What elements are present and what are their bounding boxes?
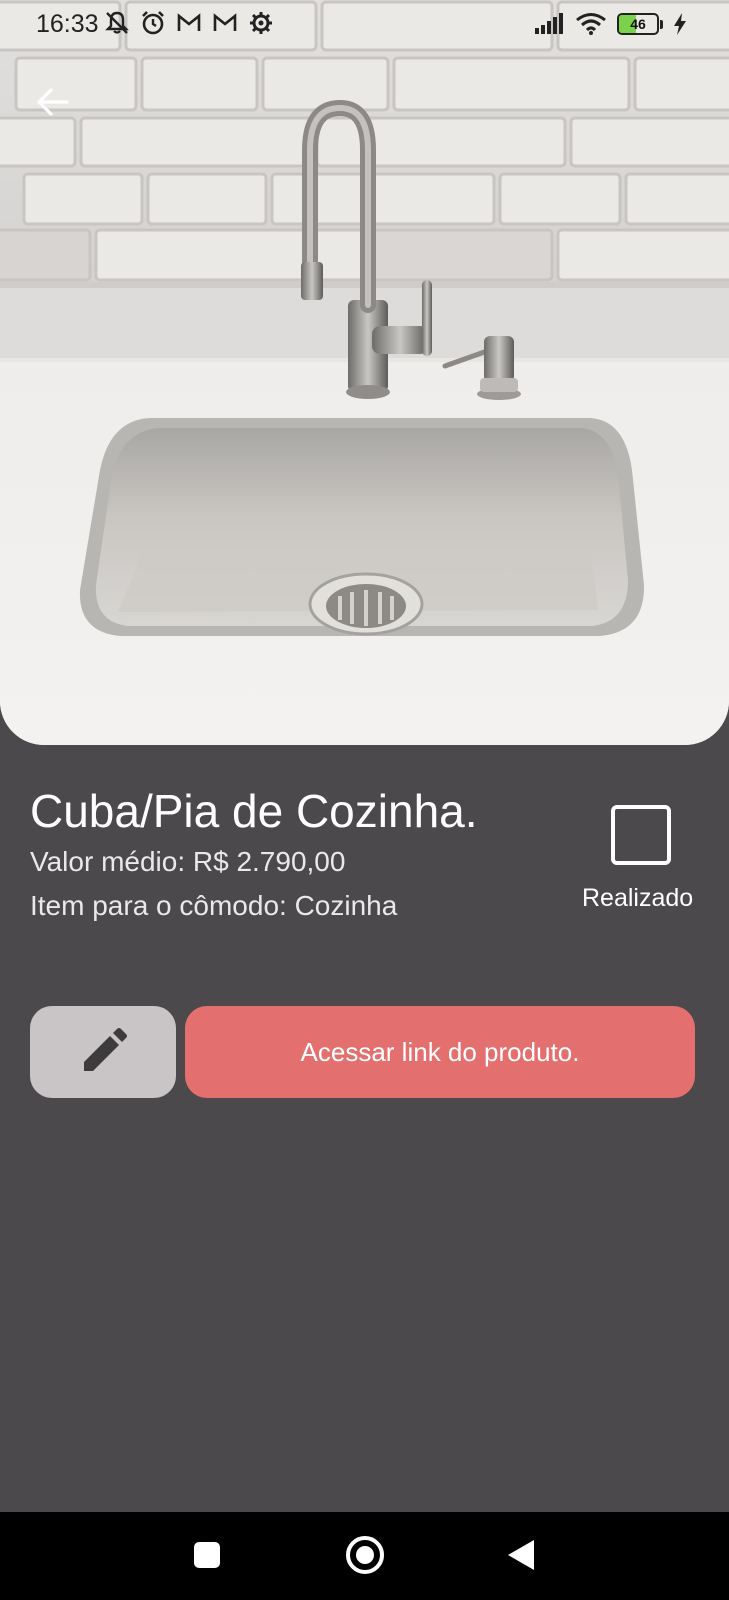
arrow-left-icon: [37, 88, 69, 116]
gmail-icon: [177, 13, 201, 31]
back-button[interactable]: [28, 78, 76, 126]
product-link-button[interactable]: Acessar link do produto.: [185, 1006, 695, 1098]
recent-apps-button[interactable]: [194, 1542, 220, 1568]
home-button[interactable]: [346, 1536, 384, 1574]
item-title: Cuba/Pia de Cozinha.: [30, 785, 478, 837]
done-checkbox[interactable]: [611, 805, 671, 865]
item-average-price: Valor médio: R$ 2.790,00: [30, 846, 346, 877]
wifi-icon: [576, 13, 606, 35]
signal-icon: [535, 13, 563, 34]
gmail-icon: [213, 13, 237, 31]
pencil-icon: [84, 1028, 127, 1071]
home-dot-icon: [356, 1546, 374, 1564]
battery-level-text: 46: [630, 16, 646, 32]
status-time: 16:33: [36, 10, 99, 38]
battery-nub: [660, 19, 663, 29]
product-image: [0, 0, 729, 745]
system-nav-bar: [0, 1512, 729, 1600]
sink-illustration: [0, 0, 729, 745]
alarm-icon: [142, 11, 164, 35]
mute-notifications-icon: [105, 11, 129, 34]
charging-icon: [674, 13, 686, 35]
done-label: Realizado: [582, 884, 694, 912]
status-system-icons: 46: [535, 12, 687, 36]
item-room: Item para o cômodo: Cozinha: [30, 890, 398, 921]
status-notification-icons: [104, 10, 274, 36]
nav-back-button[interactable]: [508, 1540, 534, 1570]
battery-indicator: 46: [617, 13, 659, 35]
battery-icon: 46: [617, 13, 663, 35]
status-bar: 16:33 46: [0, 0, 729, 48]
settings-icon: [250, 12, 272, 34]
edit-button[interactable]: [30, 1006, 176, 1098]
